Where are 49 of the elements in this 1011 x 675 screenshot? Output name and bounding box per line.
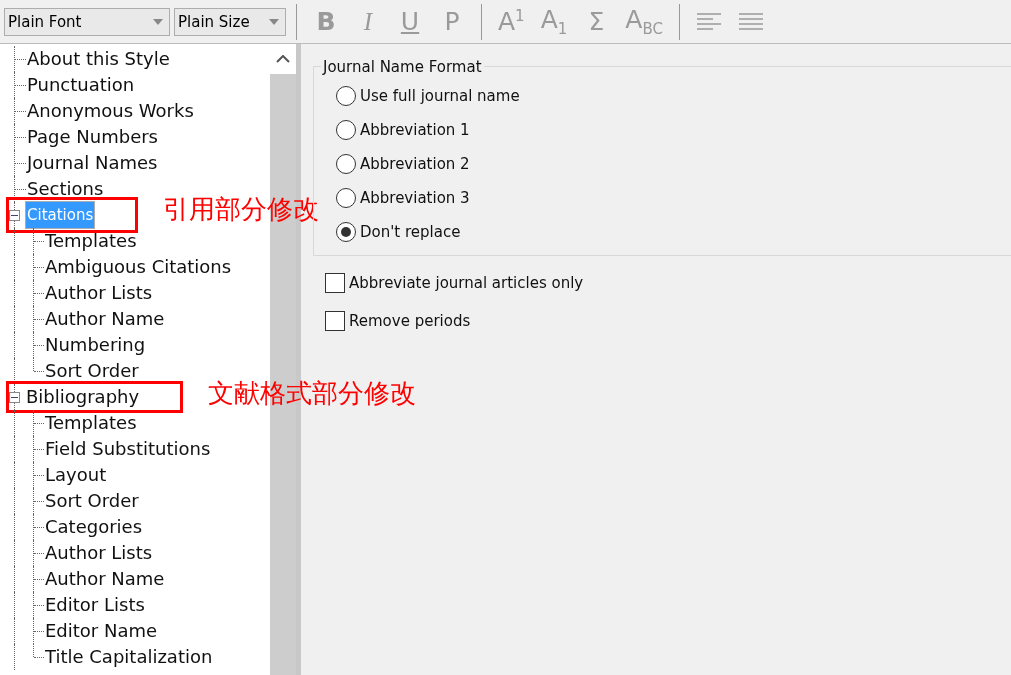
group-title: Journal Name Format (321, 58, 484, 76)
caret-icon (153, 18, 163, 25)
tree-item[interactable]: Editor Lists (44, 593, 146, 617)
radio-option[interactable]: Don't replace (336, 221, 1011, 243)
radio-button[interactable] (336, 119, 356, 140)
checkbox-option[interactable]: Abbreviate journal articles only (325, 272, 1011, 294)
checkbox[interactable] (325, 273, 345, 293)
tree-item[interactable]: Punctuation (26, 73, 136, 97)
annotation-note: 引用部分修改 (163, 193, 320, 226)
caret-icon (269, 18, 279, 25)
scroll-up-icon[interactable] (276, 55, 290, 63)
tree-item[interactable]: Author Name (44, 307, 166, 331)
collapse-icon[interactable] (9, 209, 20, 221)
tree-item[interactable]: Templates (44, 411, 138, 435)
tree-item[interactable]: Layout (44, 463, 108, 487)
align-justify-icon (738, 12, 763, 31)
radio-button[interactable] (336, 154, 356, 174)
tree-item[interactable]: Anonymous Works (26, 99, 195, 123)
tree-item[interactable]: About this Style (26, 47, 171, 71)
tree-item[interactable]: Author Name (44, 567, 166, 591)
tree-item[interactable]: Author Lists (44, 281, 154, 305)
tree-item[interactable]: Editor Name (44, 619, 159, 643)
size-dropdown[interactable]: Plain Size (174, 7, 286, 36)
tree-item[interactable]: Title Capitalization (44, 645, 214, 669)
tree-item[interactable]: Journal Names (26, 151, 159, 175)
radio-button[interactable] (336, 188, 356, 209)
collapse-icon[interactable] (9, 391, 20, 403)
checkbox-option[interactable]: Remove periods (325, 310, 1011, 332)
tree-item[interactable]: Ambiguous Citations (44, 255, 233, 279)
radio-option[interactable]: Abbreviation 3 (336, 187, 1011, 209)
align-left-icon (696, 12, 721, 31)
font-dropdown[interactable]: Plain Font (4, 7, 170, 36)
tree-item[interactable]: Field Substitutions (44, 437, 212, 461)
radio-button[interactable] (336, 85, 356, 106)
tree-item[interactable]: Numbering (44, 333, 147, 357)
annotation-note: 文献格式部分修改 (208, 377, 417, 410)
radio-option[interactable]: Abbreviation 1 (336, 119, 1011, 141)
tree-item[interactable]: Sort Order (44, 489, 140, 513)
tree-item[interactable]: Page Numbers (26, 125, 159, 149)
radio-option[interactable]: Use full journal name (336, 85, 1011, 107)
tree-item[interactable]: Sort Order (44, 359, 140, 383)
radio-button[interactable] (336, 222, 356, 243)
tree-item[interactable]: Sections (26, 177, 105, 201)
checkbox[interactable] (325, 311, 345, 331)
tree-item[interactable]: Templates (44, 229, 138, 253)
tree-item[interactable]: Author Lists (44, 541, 154, 565)
tree-item[interactable]: Categories (44, 515, 144, 539)
radio-option[interactable]: Abbreviation 2 (336, 153, 1011, 175)
tree-item[interactable]: Bibliography (25, 385, 141, 409)
